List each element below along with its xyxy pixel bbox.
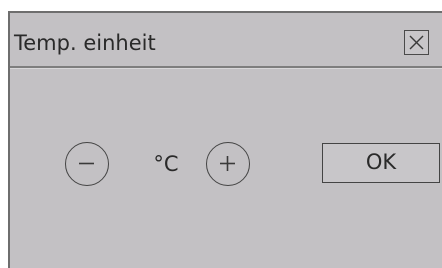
title-divider	[10, 66, 442, 69]
dialog-title: Temp. einheit	[14, 31, 156, 55]
increase-button[interactable]	[206, 142, 250, 186]
close-button[interactable]	[404, 30, 429, 55]
decrease-button[interactable]	[65, 142, 109, 186]
close-x-icon	[409, 35, 424, 50]
ok-button[interactable]: OK	[322, 143, 440, 183]
screen: Temp. einheit °C OK	[0, 0, 442, 268]
temperature-unit-dialog: Temp. einheit °C OK	[8, 11, 442, 268]
plus-icon	[220, 156, 235, 171]
minus-icon	[79, 162, 94, 165]
temperature-unit-value: °C	[153, 152, 179, 176]
